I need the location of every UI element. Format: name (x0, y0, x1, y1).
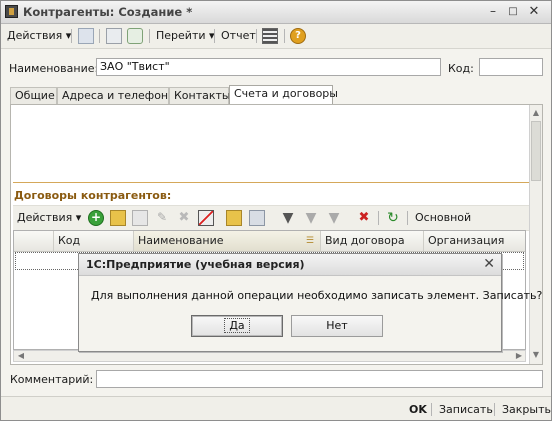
list-icon[interactable] (262, 28, 278, 44)
column-header-contract-type[interactable]: Вид договора (321, 231, 424, 251)
table-header: Код Наименование ☰ Вид договора Организац… (14, 231, 525, 252)
close-button[interactable]: Закрыть (502, 403, 551, 416)
tab-accounts-contracts[interactable]: Счета и договоры (229, 85, 338, 105)
column-header-name[interactable]: Наименование ☰ (134, 231, 321, 251)
copy-icon[interactable] (132, 210, 148, 226)
report-button[interactable]: Отчет (221, 28, 256, 44)
tab-addresses[interactable]: Адреса и телефоны (57, 87, 177, 104)
section-divider (13, 182, 529, 183)
set-basic-button[interactable]: Основной (415, 210, 471, 226)
close-icon[interactable]: ✕ (527, 5, 541, 18)
save-button[interactable]: Записать (439, 403, 493, 416)
toolbar-separator (256, 29, 257, 43)
mark-delete-icon[interactable] (198, 210, 214, 226)
toolbar-separator (407, 211, 408, 225)
name-label: Наименование: (9, 62, 99, 75)
scroll-up-icon[interactable]: ▲ (530, 107, 542, 119)
dialog-message: Для выполнения данной операции необходим… (91, 289, 543, 302)
refresh-copy-icon[interactable] (127, 28, 143, 44)
form-window: Контрагенты: Создание * – □ ✕ Действия ▾… (0, 0, 552, 421)
hierarchy-icon[interactable] (226, 210, 242, 226)
contracts-toolbar: Действия ▾ + ✎ ✖ ▼ ▼ ▼ ✖ ↻ Основной (13, 205, 529, 231)
column-header-organization[interactable]: Организация (424, 231, 525, 251)
dialog-close-icon[interactable]: ✕ (483, 256, 495, 272)
maximize-icon[interactable]: □ (506, 5, 520, 18)
contracts-actions-menu[interactable]: Действия ▾ (17, 210, 81, 226)
toolbar-separator (378, 211, 379, 225)
goto-menu[interactable]: Перейти ▾ (156, 28, 215, 44)
code-field[interactable] (479, 58, 543, 76)
ok-button[interactable]: OK (409, 403, 427, 416)
column-header-code[interactable]: Код (54, 231, 134, 251)
toolbar-separator (214, 29, 215, 43)
actions-menu[interactable]: Действия ▾ (7, 28, 71, 44)
help-icon[interactable]: ? (290, 28, 306, 44)
dialog-no-button[interactable]: Нет (291, 315, 383, 337)
tab-contacts[interactable]: Контакты (169, 87, 231, 104)
add-folder-icon[interactable] (110, 210, 126, 226)
scroll-thumb[interactable] (531, 121, 541, 181)
bottom-separator (431, 403, 432, 416)
dialog-yes-button[interactable]: Да (191, 315, 283, 337)
tab-general[interactable]: Общие (10, 87, 57, 104)
add-icon[interactable]: + (88, 210, 104, 226)
main-toolbar: Действия ▾ Перейти ▾ Отчет ? (1, 24, 551, 49)
refresh-icon[interactable]: ↻ (385, 210, 401, 226)
window-title: Контрагенты: Создание * (23, 5, 193, 19)
scroll-right-icon[interactable]: ▶ (513, 350, 525, 362)
toolbar-separator (284, 29, 285, 43)
dialog-title: 1С:Предприятие (учебная версия) (86, 258, 305, 271)
parent-level-icon[interactable] (249, 210, 265, 226)
scroll-down-icon[interactable]: ▼ (530, 349, 542, 361)
delete-icon[interactable]: ✖ (176, 210, 192, 226)
sort-icon: ☰ (305, 236, 314, 246)
app-icon (5, 5, 18, 18)
comment-field[interactable] (96, 370, 543, 388)
filter-icon[interactable]: ▼ (280, 210, 296, 226)
dialog-yes-label: Да (224, 318, 250, 333)
comment-label: Комментарий: (10, 373, 94, 386)
column-icon-header[interactable] (14, 231, 54, 251)
clear-filter-icon[interactable]: ✖ (356, 210, 372, 226)
title-bar[interactable]: Контрагенты: Создание * – □ ✕ (1, 1, 551, 24)
filter-history-icon[interactable]: ▼ (326, 210, 342, 226)
confirm-dialog: 1С:Предприятие (учебная версия) ✕ Для вы… (78, 253, 542, 352)
code-label: Код: (448, 62, 474, 75)
edit-icon[interactable]: ✎ (154, 210, 170, 226)
toolbar-separator (71, 29, 72, 43)
structure-icon[interactable] (106, 28, 122, 44)
scroll-left-icon[interactable]: ◀ (15, 350, 27, 362)
pane-scrollbar[interactable]: ▲ ▼ (529, 105, 542, 364)
toolbar-separator (99, 29, 100, 43)
name-field[interactable]: ЗАО "Твист" (96, 58, 441, 76)
dialog-title-bar[interactable]: 1С:Предприятие (учебная версия) ✕ (79, 254, 501, 276)
contracts-section-title: Договоры контрагентов: (14, 189, 172, 202)
save-icon[interactable] (78, 28, 94, 44)
bottom-bar: OK Записать Закрыть (1, 396, 551, 420)
minimize-icon[interactable]: – (486, 5, 500, 18)
toolbar-separator (149, 29, 150, 43)
filter-selection-icon[interactable]: ▼ (303, 210, 319, 226)
bottom-separator (494, 403, 495, 416)
